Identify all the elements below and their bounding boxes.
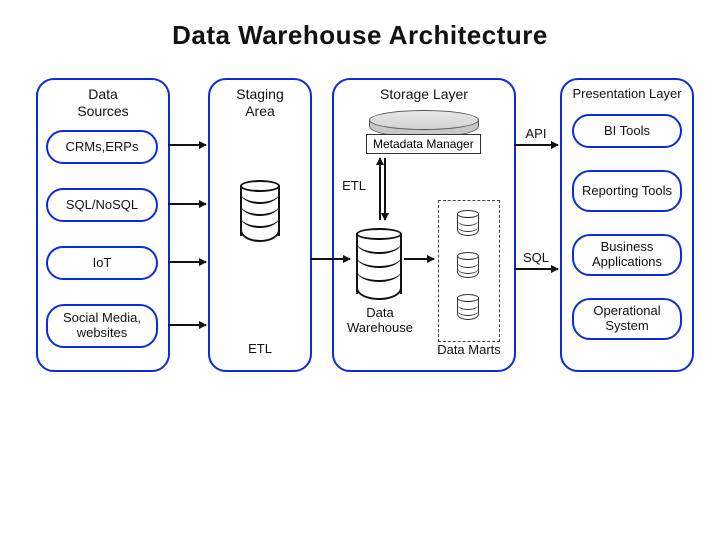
arrow-source-to-staging — [168, 203, 206, 205]
arrow-storage-to-presentation-api — [514, 144, 558, 146]
panel-staging-area: Staging Area ETL — [208, 78, 312, 372]
source-item-social: Social Media, websites — [46, 304, 158, 348]
panel-title-storage: Storage Layer — [334, 86, 514, 103]
diagram-title: Data Warehouse Architecture — [0, 20, 720, 51]
panel-title-sources: Data Sources — [38, 86, 168, 120]
arrow-source-to-staging — [168, 261, 206, 263]
arrow-staging-to-storage — [310, 258, 350, 260]
arrow-storage-to-presentation-sql — [514, 268, 558, 270]
presentation-item-operational: Operational System — [572, 298, 682, 340]
data-mart-db-icon — [457, 252, 479, 278]
connector-api-label: API — [518, 126, 554, 141]
panel-data-sources: Data Sources CRMs,ERPs SQL/NoSQL IoT Soc… — [36, 78, 170, 372]
staging-db-icon — [240, 180, 280, 242]
source-item-sql-nosql: SQL/NoSQL — [46, 188, 158, 222]
arrow-metadata-to-dw — [384, 158, 386, 220]
storage-etl-label: ETL — [336, 178, 372, 193]
panel-title-presentation: Presentation Layer — [562, 86, 692, 102]
arrow-source-to-staging — [168, 144, 206, 146]
connector-sql-label: SQL — [518, 250, 554, 265]
source-item-iot: IoT — [46, 246, 158, 280]
presentation-item-reporting: Reporting Tools — [572, 170, 682, 212]
data-marts-label: Data Marts — [434, 342, 504, 357]
panel-storage-layer: Storage Layer Metadata Manager ETL Data … — [332, 78, 516, 372]
arrow-source-to-staging — [168, 324, 206, 326]
data-warehouse-label: Data Warehouse — [340, 306, 420, 336]
arrow-dw-to-metadata — [379, 158, 381, 220]
presentation-item-bi: BI Tools — [572, 114, 682, 148]
data-warehouse-db-icon — [356, 228, 402, 300]
data-mart-db-icon — [457, 210, 479, 236]
staging-etl-label: ETL — [210, 341, 310, 356]
panel-title-staging: Staging Area — [210, 86, 310, 120]
source-item-crms-erps: CRMs,ERPs — [46, 130, 158, 164]
metadata-manager-label: Metadata Manager — [366, 134, 481, 154]
presentation-item-business: Business Applications — [572, 234, 682, 276]
arrow-dw-to-marts — [404, 258, 434, 260]
data-mart-db-icon — [457, 294, 479, 320]
panel-presentation-layer: Presentation Layer BI Tools Reporting To… — [560, 78, 694, 372]
